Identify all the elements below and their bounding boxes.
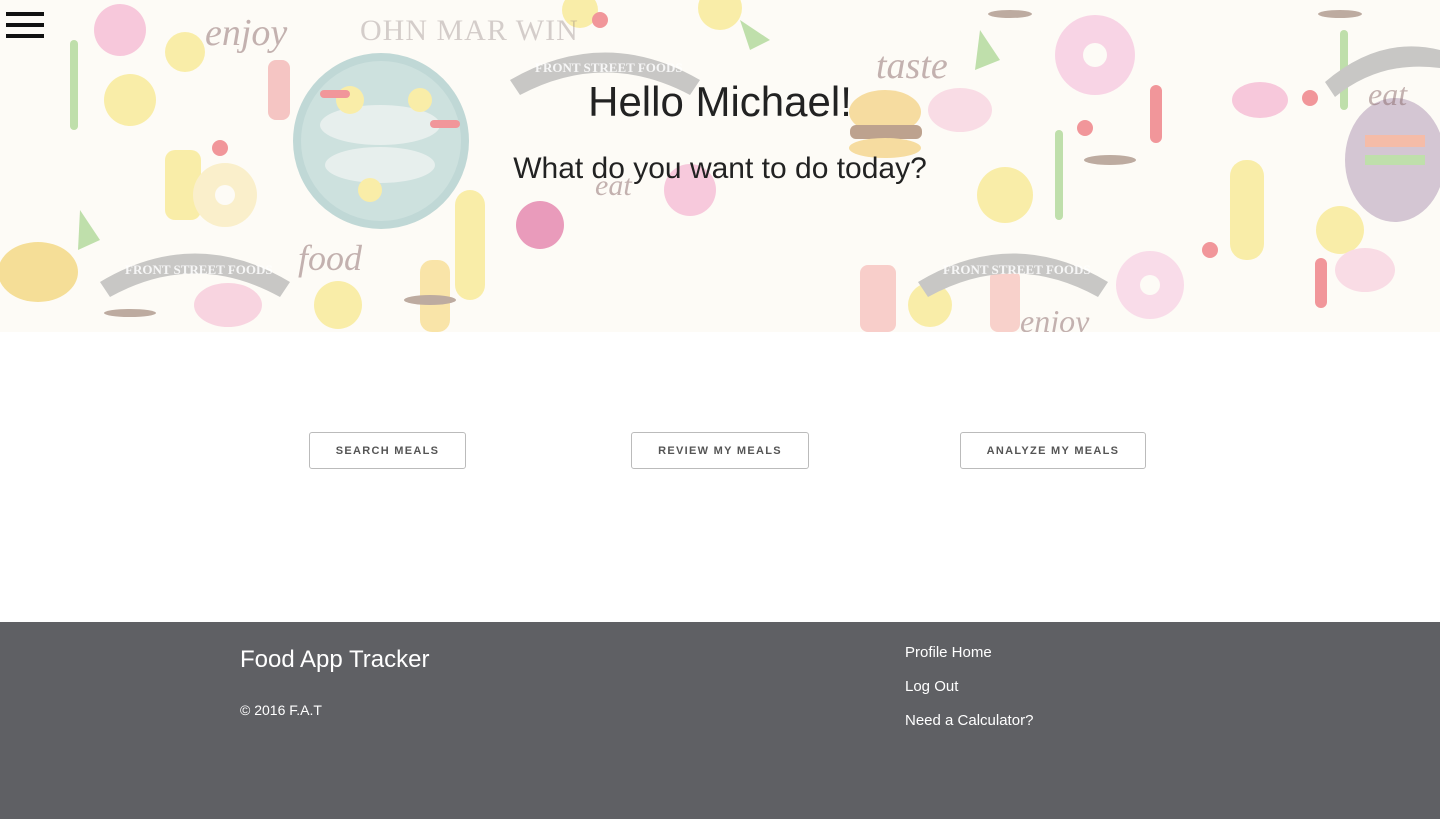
- greeting-heading: Hello Michael!: [588, 78, 852, 125]
- banner-text-1: FRONT STREET FOODS: [535, 60, 683, 75]
- review-my-meals-button[interactable]: REVIEW MY MEALS: [631, 432, 809, 469]
- hamburger-menu-icon[interactable]: [6, 12, 44, 38]
- analyze-my-meals-button[interactable]: ANALYZE MY MEALS: [960, 432, 1146, 469]
- decor-word-enjoy-2: enjoy: [1020, 303, 1090, 332]
- hero-banner: enjoy taste eat food eat enjoy OHN MAR W…: [0, 0, 1440, 332]
- menu-bar-bottom: [6, 34, 44, 38]
- footer-link-profile-home[interactable]: Profile Home: [905, 644, 1033, 678]
- footer-links: Profile Home Log Out Need a Calculator?: [905, 644, 1033, 746]
- footer-copyright: © 2016 F.A.T: [240, 702, 322, 718]
- footer-app-title: Food App Tracker: [240, 646, 430, 673]
- footer: Food App Tracker © 2016 F.A.T Profile Ho…: [0, 622, 1440, 819]
- decor-word-enjoy: enjoy: [205, 12, 287, 54]
- footer-link-log-out[interactable]: Log Out: [905, 678, 1033, 712]
- footer-link-calculator[interactable]: Need a Calculator?: [905, 712, 1033, 746]
- banner-text-2: FRONT STREET FOODS: [125, 262, 273, 277]
- greeting-subheading: What do you want to do today?: [513, 152, 927, 185]
- decor-word-food: food: [298, 238, 363, 278]
- banner-text-3: FRONT STREET FOODS: [943, 262, 1091, 277]
- menu-bar-middle: [6, 23, 44, 27]
- menu-bar-top: [6, 12, 44, 16]
- decor-logo-text: OHN MAR WIN: [360, 14, 579, 47]
- search-meals-button[interactable]: SEARCH MEALS: [309, 432, 466, 469]
